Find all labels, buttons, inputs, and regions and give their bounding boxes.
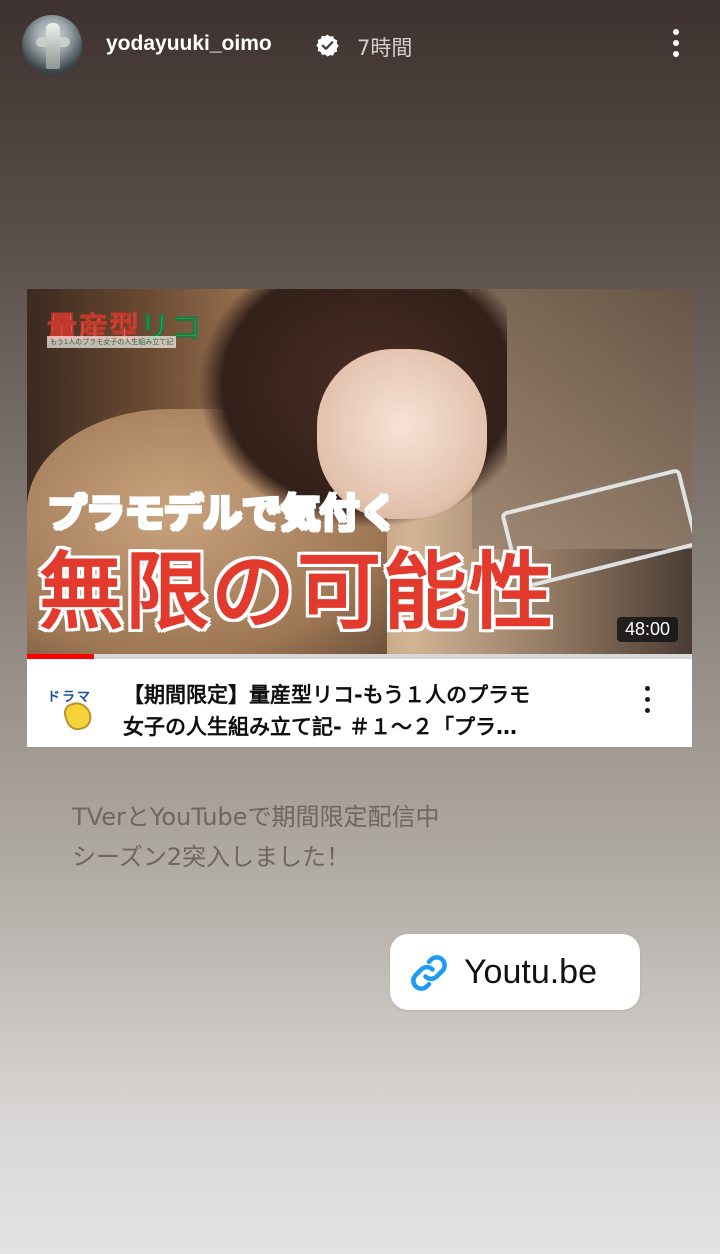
caption-line-1: TVerとYouTubeで期間限定配信中: [72, 803, 440, 831]
story-header: yodayuuki_oimo 7時間: [0, 0, 720, 90]
video-thumbnail[interactable]: 量産型リコ もう1人のプラモ女子の人生組み立て記 プラモデルで気付く 無限の可能…: [27, 289, 692, 654]
username[interactable]: yodayuuki_oimo: [106, 32, 272, 56]
thumbnail-headline: 無限の可能性: [39, 543, 556, 641]
avatar-figure: [46, 23, 60, 69]
watch-progress-fill: [27, 654, 94, 659]
avatar[interactable]: [22, 15, 82, 75]
story-caption: TVerとYouTubeで期間限定配信中 シーズン2突入しました！: [72, 797, 439, 877]
link-icon: [411, 955, 447, 991]
verified-badge-icon: [316, 34, 339, 57]
video-title-line-2: 女子の人生組み立て記- ＃１～２「プラ…: [123, 715, 518, 739]
thumbnail-logo-subtitle: もう1人のプラモ女子の人生組み立て記: [47, 336, 177, 348]
link-label: Youtu.be: [464, 953, 597, 991]
video-title-line-1: 【期間限定】量産型リコ-もう１人のプラモ: [123, 683, 531, 707]
channel-avatar[interactable]: ドラマ: [43, 684, 107, 736]
video-title[interactable]: 【期間限定】量産型リコ-もう１人のプラモ 女子の人生組み立て記- ＃１～２「プラ…: [123, 679, 623, 743]
video-more-options-icon[interactable]: [640, 684, 654, 718]
video-duration-badge: 48:00: [616, 617, 678, 642]
post-time: 7時間: [357, 36, 413, 60]
more-options-icon[interactable]: [664, 26, 688, 62]
channel-avatar-label: ドラマ: [47, 690, 93, 705]
link-sticker[interactable]: Youtu.be: [390, 934, 640, 1010]
caption-line-2: シーズン2突入しました！: [72, 843, 351, 871]
watch-progress-bar: [27, 654, 692, 659]
youtube-video-card[interactable]: 量産型リコ もう1人のプラモ女子の人生組み立て記 プラモデルで気付く 無限の可能…: [27, 289, 692, 747]
